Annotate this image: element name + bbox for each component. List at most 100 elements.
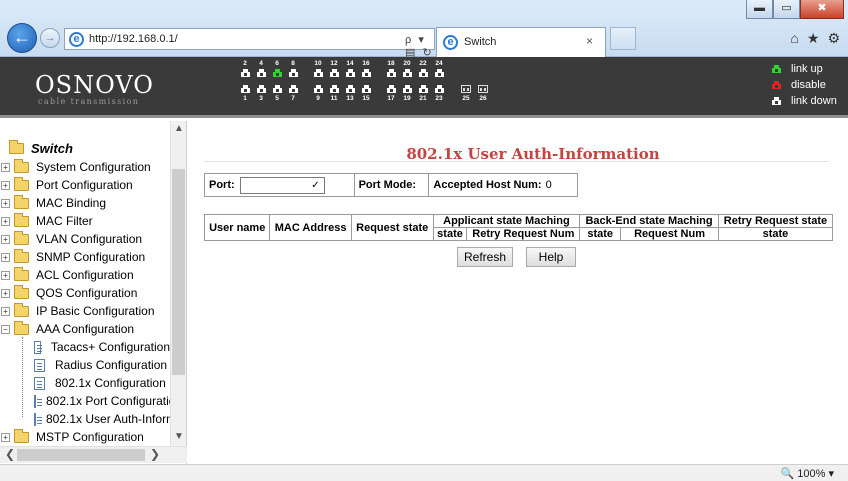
folder-icon (14, 230, 29, 245)
tab-title: Switch (464, 36, 497, 48)
scroll-thumb[interactable] (172, 169, 185, 375)
port-number-label: 19 (403, 95, 411, 102)
legend-link-up: link up (772, 62, 848, 78)
minimize-button[interactable]: ▬ (746, 0, 773, 19)
back-button[interactable]: ← (7, 23, 37, 53)
sidebar-item-8021x-port-configuration[interactable]: 802.1x Port Configuration (34, 392, 170, 410)
port-number-label: 12 (330, 60, 338, 67)
sidebar-item-label: IP Basic Configuration (36, 304, 155, 318)
sidebar-item-qos-configuration[interactable]: + QOS Configuration (0, 284, 170, 302)
close-window-button[interactable]: ✖ (800, 0, 844, 19)
tab-close-button[interactable]: × (586, 34, 593, 48)
expand-icon[interactable]: + (1, 252, 10, 262)
col-backend-group: Back-End state Maching (579, 214, 719, 228)
port-number-label: 17 (387, 95, 395, 102)
expand-icon[interactable]: + (1, 288, 10, 298)
port-panel: 2 1 4 3 6 5 8 7 10 9 12 11 14 13 16 15 18 17 20 19 22 21 24 23 2… (241, 60, 641, 116)
folder-icon (14, 194, 29, 209)
port-11-icon (330, 85, 339, 93)
address-tools[interactable]: ρ ▾ ▤ ↻ (405, 33, 434, 59)
expand-icon[interactable]: + (1, 306, 10, 316)
port-21-icon (419, 85, 428, 93)
sidebar-item-tacacs-configuration[interactable]: Tacacs+ Configuration (34, 338, 170, 356)
refresh-button[interactable]: Refresh (457, 247, 513, 267)
port-filter-bar: Port: ✓ Port Mode: Accepted Host Num: 0 (204, 173, 578, 197)
col-mac-address: MAC Address (269, 214, 352, 241)
port-number-label: 11 (330, 95, 338, 102)
sidebar-item-8021x-user-auth-information[interactable]: 802.1x User Auth-Information (34, 410, 170, 428)
port-15-icon (362, 85, 371, 93)
tree-root-label: Switch (31, 141, 73, 156)
title-divider (204, 161, 829, 162)
scroll-right-icon[interactable]: ❯ (150, 447, 160, 461)
sidebar-item-label: ACL Configuration (36, 268, 134, 282)
sidebar-item-vlan-configuration[interactable]: + VLAN Configuration (0, 230, 170, 248)
expand-icon[interactable]: + (1, 216, 10, 226)
sidebar-item-port-configuration[interactable]: + Port Configuration (0, 176, 170, 194)
sidebar-item-radius-configuration[interactable]: Radius Configuration (34, 356, 170, 374)
port-23-icon (435, 85, 444, 93)
expand-icon[interactable]: + (1, 162, 10, 172)
port-mode-cell: Port Mode: (355, 174, 430, 196)
folder-icon (14, 212, 29, 227)
port-number-label: 5 (275, 95, 279, 102)
sidebar-item-label: Tacacs+ Configuration (50, 340, 170, 354)
port-number-label: 18 (387, 60, 395, 67)
forward-button[interactable]: → (40, 28, 60, 48)
expand-icon[interactable]: + (1, 270, 10, 280)
maximize-button[interactable]: ▭ (773, 0, 800, 19)
port-24-icon (435, 69, 444, 77)
home-icon[interactable]: ⌂ (790, 30, 798, 47)
browser-chrome: ▬ ▭ ✖ ← → e http://192.168.0.1/ ρ ▾ ▤ ↻ … (0, 0, 848, 59)
scroll-up-icon[interactable]: ▲ (174, 123, 184, 134)
col-applicant-state: state (432, 227, 468, 241)
sidebar-item-mac-filter[interactable]: + MAC Filter (0, 212, 170, 230)
sidebar-item-system-configuration[interactable]: + System Configuration (0, 158, 170, 176)
sidebar-item-8021x-configuration[interactable]: 802.1x Configuration (34, 374, 170, 392)
col-retry-group: Retry Request state (717, 214, 834, 228)
expand-icon[interactable]: + (1, 198, 10, 208)
help-button[interactable]: Help (526, 247, 576, 267)
sidebar-item-mac-binding[interactable]: + MAC Binding (0, 194, 170, 212)
new-tab-button[interactable] (610, 27, 636, 50)
browser-toolbar-icons: ⌂ ★ ⚙ (790, 30, 840, 47)
port-select[interactable]: ✓ (239, 176, 325, 194)
scroll-thumb[interactable] (17, 449, 145, 461)
tree-connector (22, 337, 23, 417)
accepted-host-cell: Accepted Host Num: 0 (429, 174, 577, 196)
legend-label: disable (791, 79, 826, 91)
legend-label: link up (791, 63, 823, 75)
scroll-left-icon[interactable]: ❮ (5, 447, 15, 461)
settings-icon[interactable]: ⚙ (827, 30, 840, 47)
favorites-icon[interactable]: ★ (807, 30, 820, 47)
expand-icon[interactable]: + (1, 180, 10, 190)
table-header-row: User name MAC Address Request state Appl… (203, 214, 834, 241)
collapse-icon[interactable]: − (1, 324, 10, 334)
sidebar-item-label: AAA Configuration (36, 322, 135, 336)
expand-icon[interactable]: + (1, 234, 10, 244)
tab-switch[interactable]: e Switch × (436, 27, 606, 57)
sidebar-item-label: 802.1x User Auth-Information (46, 412, 170, 426)
address-bar[interactable]: e http://192.168.0.1/ ρ ▾ ▤ ↻ (64, 28, 435, 59)
port-number-label: 4 (259, 60, 263, 67)
sidebar-item-ip-basic-configuration[interactable]: + IP Basic Configuration (0, 302, 170, 320)
zoom-control[interactable]: 🔍 100% ▾ (781, 467, 834, 480)
port-legend: link up disable link down (772, 62, 848, 110)
address-url: http://192.168.0.1/ (89, 33, 178, 45)
ie-icon: e (69, 32, 84, 47)
auth-info-table: User name MAC Address Request state Appl… (203, 214, 834, 241)
sidebar-item-aaa-configuration[interactable]: − AAA Configuration (0, 320, 170, 338)
port-number-label: 24 (435, 60, 443, 67)
nav-horizontal-scrollbar[interactable]: ❮ ❯ (0, 446, 187, 463)
col-applicant-retry: Retry Request Num (466, 227, 581, 241)
status-bar: 🔍 100% ▾ (0, 464, 848, 481)
nav-vertical-scrollbar[interactable]: ▲ ▼ (170, 121, 186, 446)
tree-root-switch[interactable]: Switch (9, 140, 73, 156)
port-12-icon (330, 69, 339, 77)
port-number-label: 14 (346, 60, 354, 67)
expand-icon[interactable]: + (1, 432, 10, 442)
sidebar-item-mstp-configuration[interactable]: + MSTP Configuration (0, 428, 170, 446)
sidebar-item-snmp-configuration[interactable]: + SNMP Configuration (0, 248, 170, 266)
scroll-down-icon[interactable]: ▼ (174, 431, 184, 442)
sidebar-item-acl-configuration[interactable]: + ACL Configuration (0, 266, 170, 284)
